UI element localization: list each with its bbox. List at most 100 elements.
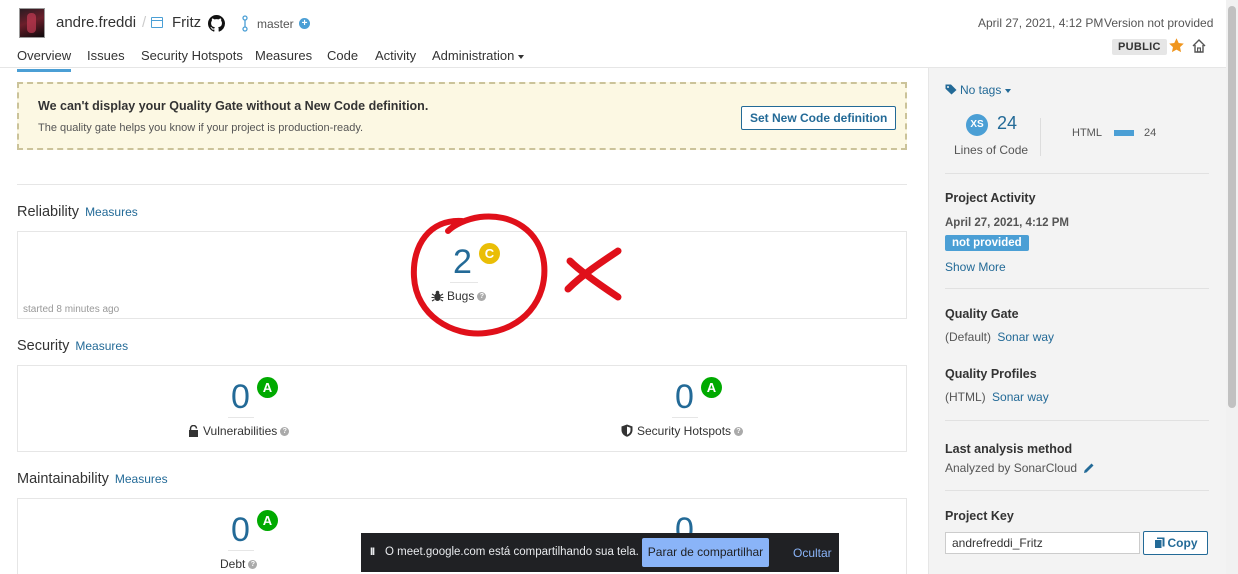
- debt-label[interactable]: Debt: [220, 557, 245, 571]
- scrollbar-thumb[interactable]: [1228, 6, 1236, 408]
- divider: [945, 490, 1209, 491]
- screen-share-message: O meet.google.com está compartilhando su…: [385, 546, 639, 558]
- security-measures-link[interactable]: Measures: [75, 339, 128, 353]
- debt-value[interactable]: 0: [231, 511, 250, 549]
- security-card: 0 A Vulnerabilities? 0 A Security Hotspo…: [17, 365, 907, 452]
- hide-bar-button[interactable]: Ocultar: [793, 546, 832, 560]
- copy-project-key-button[interactable]: Copy: [1143, 531, 1208, 555]
- lines-of-code-value[interactable]: 24: [997, 113, 1017, 134]
- copy-icon: [1153, 537, 1164, 549]
- tab-code[interactable]: Code: [327, 48, 358, 69]
- hotspots-label[interactable]: Security Hotspots: [637, 424, 731, 438]
- project-version: Version not provided: [1104, 16, 1214, 30]
- last-analysis-date: April 27, 2021, 4:12 PM: [978, 16, 1104, 30]
- divider: [945, 173, 1209, 174]
- activity-date: April 27, 2021, 4:12 PM: [945, 217, 1070, 229]
- vulnerabilities-help-icon[interactable]: ?: [280, 427, 290, 437]
- hotspots-label-group: Security Hotspots?: [621, 424, 744, 438]
- org-name-link[interactable]: andre.freddi: [56, 14, 136, 31]
- vulnerabilities-underline: [228, 417, 254, 418]
- quality-gate-notice-subtitle: The quality gate helps you know if your …: [38, 122, 364, 134]
- quality-gate-link[interactable]: Sonar way: [997, 330, 1054, 344]
- project-activity-title: Project Activity: [945, 191, 1036, 205]
- bugs-underline: [450, 282, 478, 283]
- stop-sharing-button[interactable]: Parar de compartilhar: [642, 538, 769, 567]
- tags-dropdown[interactable]: No tags: [945, 83, 1012, 97]
- tab-security-hotspots[interactable]: Security Hotspots: [141, 48, 243, 69]
- tab-overview[interactable]: Overview: [17, 48, 72, 72]
- vulnerabilities-label-group: Vulnerabilities?: [188, 424, 290, 438]
- quality-gate-title: Quality Gate: [945, 307, 1019, 321]
- visibility-badge: PUBLIC: [1112, 39, 1167, 55]
- vulnerabilities-value[interactable]: 0: [231, 378, 250, 416]
- bugs-value[interactable]: 2: [453, 243, 472, 281]
- branch-icon: [242, 15, 248, 32]
- maintainability-measures-link[interactable]: Measures: [115, 472, 168, 486]
- project-icon: [151, 17, 163, 28]
- tab-activity[interactable]: Activity: [375, 48, 416, 69]
- favorite-star-icon[interactable]: [1168, 37, 1185, 54]
- breadcrumb-separator: /: [142, 14, 147, 31]
- page-scrollbar[interactable]: [1226, 0, 1238, 574]
- home-icon[interactable]: [1191, 38, 1207, 54]
- quality-gate-default: (Default): [945, 330, 992, 344]
- chevron-down-icon: [518, 54, 525, 59]
- project-meta-sidebar: No tags XS 24 Lines of Code HTML 24 Proj…: [928, 68, 1226, 574]
- vulnerabilities-rating-badge[interactable]: A: [257, 377, 278, 398]
- language-name: HTML: [1072, 127, 1102, 139]
- size-rating-badge[interactable]: XS: [966, 114, 988, 136]
- tab-administration[interactable]: Administration: [432, 48, 525, 69]
- debt-underline: [228, 550, 254, 551]
- bugs-rating-badge[interactable]: C: [479, 243, 500, 264]
- branch-name[interactable]: master: [257, 17, 294, 31]
- reliability-title: Reliability: [17, 204, 80, 220]
- quality-profile-language: (HTML): [945, 390, 986, 404]
- lock-icon: [189, 424, 198, 437]
- quality-gate-notice: We can't display your Quality Gate witho…: [17, 82, 907, 150]
- reliability-section-header: Reliability Measures: [17, 204, 138, 220]
- maintainability-title: Maintainability: [17, 471, 109, 487]
- maintainability-section-header: Maintainability Measures: [17, 471, 168, 487]
- hotspots-rating-badge[interactable]: A: [701, 377, 722, 398]
- bug-icon: [431, 290, 444, 302]
- org-avatar[interactable]: [19, 8, 45, 38]
- reliability-measures-link[interactable]: Measures: [85, 205, 138, 219]
- project-header: andre.freddi / Fritz master + April 27, …: [0, 0, 1226, 72]
- quality-profiles-row: (HTML) Sonar way: [945, 390, 1049, 404]
- language-lines: 24: [1144, 127, 1157, 139]
- branch-add-icon[interactable]: +: [299, 18, 310, 29]
- analysis-method-value: Analyzed by SonarCloud: [945, 461, 1078, 475]
- bugs-label-group: Bugs?: [431, 289, 487, 303]
- project-name-link[interactable]: Fritz: [172, 14, 201, 31]
- copy-button-label: Copy: [1167, 536, 1198, 550]
- set-new-code-button[interactable]: Set New Code definition: [741, 106, 897, 130]
- hotspots-help-icon[interactable]: ?: [734, 427, 744, 437]
- quality-profile-link[interactable]: Sonar way: [992, 390, 1049, 404]
- bugs-help-icon[interactable]: ?: [477, 292, 487, 302]
- project-key-title: Project Key: [945, 509, 1014, 523]
- analysis-method-title: Last analysis method: [945, 442, 1073, 456]
- github-icon[interactable]: [208, 15, 225, 32]
- analysis-method-row: Analyzed by SonarCloud: [945, 461, 1095, 475]
- debt-help-icon[interactable]: ?: [248, 560, 258, 570]
- debt-label-group: Debt?: [220, 557, 258, 571]
- pencil-icon[interactable]: [1083, 462, 1095, 474]
- tag-icon: [945, 84, 957, 95]
- hotspots-value[interactable]: 0: [675, 378, 694, 416]
- quality-gate-row: (Default) Sonar way: [945, 330, 1054, 344]
- bugs-label[interactable]: Bugs: [447, 289, 474, 303]
- shield-icon: [621, 424, 633, 437]
- debt-rating-badge[interactable]: A: [257, 510, 278, 531]
- project-key-input[interactable]: [945, 532, 1140, 554]
- vulnerabilities-label[interactable]: Vulnerabilities: [203, 424, 277, 438]
- show-more-link[interactable]: Show More: [945, 260, 1006, 274]
- activity-version-badge: not provided: [945, 235, 1029, 251]
- divider: [17, 184, 907, 185]
- reliability-card: 2 C Bugs? started 8 minutes ago: [17, 231, 907, 319]
- screen-share-bar: II O meet.google.com está compartilhando…: [361, 533, 839, 572]
- security-title: Security: [17, 338, 70, 354]
- hotspots-underline: [672, 417, 698, 418]
- tab-issues[interactable]: Issues: [87, 48, 125, 69]
- tab-measures[interactable]: Measures: [255, 48, 312, 69]
- drag-handle-icon[interactable]: II: [370, 546, 375, 558]
